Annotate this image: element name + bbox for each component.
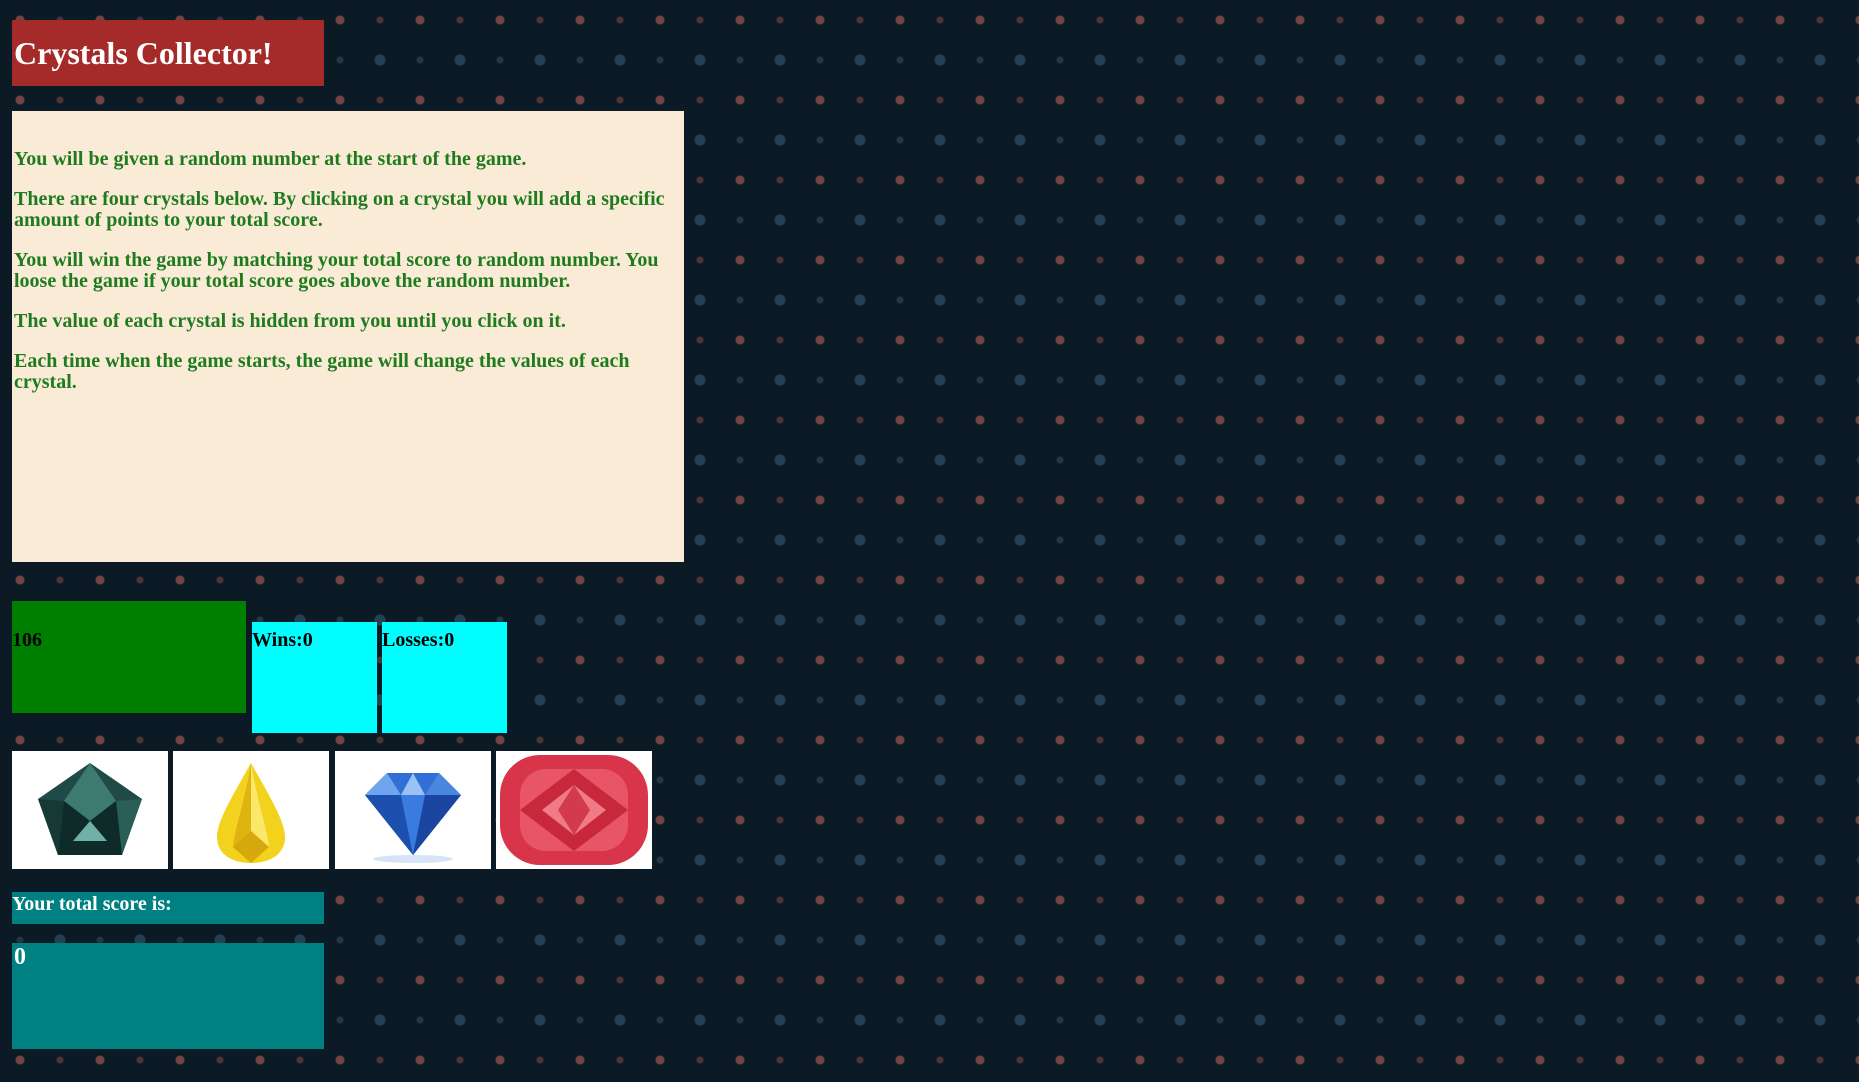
blue-gem-icon: [365, 773, 461, 863]
target-number: 106: [12, 601, 246, 713]
crystal-red-button[interactable]: [496, 751, 652, 869]
red-gem-icon: [500, 755, 648, 865]
instruction-1: You will be given a random number at the…: [14, 148, 527, 170]
instruction-3: You will win the game by matching your t…: [14, 249, 659, 292]
crystal-teal-button[interactable]: [12, 751, 168, 869]
wins-counter: Wins:0: [252, 622, 377, 733]
losses-counter: Losses:0: [382, 622, 507, 733]
crystal-blue-button[interactable]: [335, 751, 491, 869]
score-label: Your total score is:: [12, 892, 324, 924]
game-title: Crystals Collector!: [12, 20, 324, 86]
instruction-5: Each time when the game starts, the game…: [14, 350, 630, 393]
instructions-panel: You will be given a random number at the…: [12, 111, 684, 562]
instruction-2: There are four crystals below. By clicki…: [14, 188, 665, 231]
yellow-gem-icon: [217, 763, 285, 863]
total-score: 0: [12, 943, 324, 1049]
teal-gem-icon: [38, 763, 142, 855]
crystal-yellow-button[interactable]: [173, 751, 329, 869]
instruction-4: The value of each crystal is hidden from…: [14, 310, 566, 332]
